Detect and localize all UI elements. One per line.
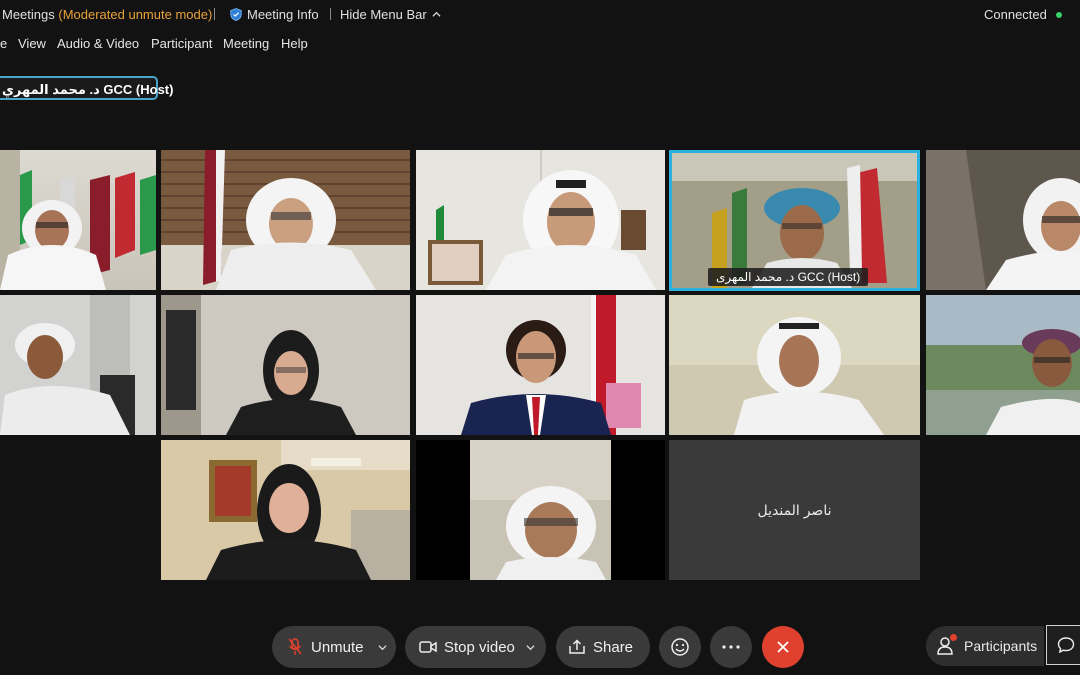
participant-video [0,295,156,435]
participants-button[interactable]: Participants [926,626,1044,666]
video-tile-8[interactable] [416,295,665,435]
stop-video-label: Stop video [444,638,515,656]
menu-item-participant[interactable]: Participant [151,36,212,51]
reactions-button[interactable] [659,626,701,668]
video-tile-12[interactable] [416,440,665,580]
participants-icon-wrap [936,634,957,656]
video-camera-icon [419,641,437,653]
participant-video [926,150,1080,290]
connection-status-label: Connected [984,7,1047,22]
chat-bubble-icon [1057,637,1075,654]
participant-video [161,440,410,580]
chevron-down-icon[interactable] [526,643,535,652]
chevron-up-icon [432,11,441,17]
connected-dot-icon [1055,12,1062,18]
mic-muted-icon [288,638,302,655]
share-label: Share [593,638,634,656]
divider [214,8,215,20]
video-tile-10[interactable] [926,295,1080,435]
participant-video [0,150,156,290]
video-tile-4-active-speaker[interactable]: د. محمد المهرى GCC (Host) [669,150,920,291]
stop-video-button[interactable]: Stop video [405,626,546,668]
app-name: Meetings [2,7,55,22]
end-meeting-button[interactable] [762,626,804,668]
moderated-mode-label: (Moderated unmute mode) [58,7,213,22]
participant-video [161,150,410,290]
share-upload-icon [569,639,585,654]
participants-label: Participants [964,638,1038,654]
participant-video [416,440,665,580]
participant-video [161,295,410,435]
close-x-icon [777,641,789,653]
menu-item-audio-video[interactable]: Audio & Video [57,36,139,51]
hide-menu-bar-button[interactable]: Hide Menu Bar [340,7,441,22]
more-dots-icon [722,645,740,649]
menu-item-file[interactable]: e [0,36,7,51]
divider [330,8,331,20]
participant-video [926,295,1080,435]
video-tile-5[interactable] [926,150,1080,290]
menu-item-view[interactable]: View [18,36,46,51]
share-button[interactable]: Share [556,626,650,668]
participant-video [416,150,665,290]
video-tile-11[interactable] [161,440,410,580]
chevron-down-icon[interactable] [377,643,387,652]
video-tile-2[interactable] [161,150,410,290]
participant-name-label: ناصر المنديل [757,501,832,518]
more-options-button[interactable] [710,626,752,668]
video-tile-1[interactable] [0,150,156,290]
meeting-info-button[interactable]: Meeting Info [230,7,319,22]
shield-icon [230,8,242,21]
meeting-info-label: Meeting Info [247,7,319,22]
unmute-label: Unmute [311,638,364,656]
unmute-button[interactable]: Unmute [272,626,396,668]
app-title: Meetings (Moderated unmute mode) [2,7,212,22]
video-tile-3[interactable] [416,150,665,290]
video-tile-13-no-video[interactable]: ناصر المنديل [669,440,920,580]
title-bar: Meetings (Moderated unmute mode) Meeting… [0,0,1080,30]
chat-button[interactable] [1046,625,1080,665]
participant-video [669,295,920,435]
menu-item-help[interactable]: Help [281,36,308,51]
active-speaker-label: د. محمد المهري GCC (Host) [0,76,173,100]
menu-item-meeting[interactable]: Meeting [223,36,269,51]
video-tile-9[interactable] [669,295,920,435]
connection-status: Connected [984,7,1062,22]
participant-name-tag: د. محمد المهرى GCC (Host) [708,268,869,286]
video-tile-7[interactable] [161,295,410,435]
hide-menu-bar-label: Hide Menu Bar [340,7,427,22]
participant-video [416,295,665,435]
notification-dot-icon [950,634,957,641]
video-tile-6[interactable] [0,295,156,435]
emoji-icon [671,638,689,656]
